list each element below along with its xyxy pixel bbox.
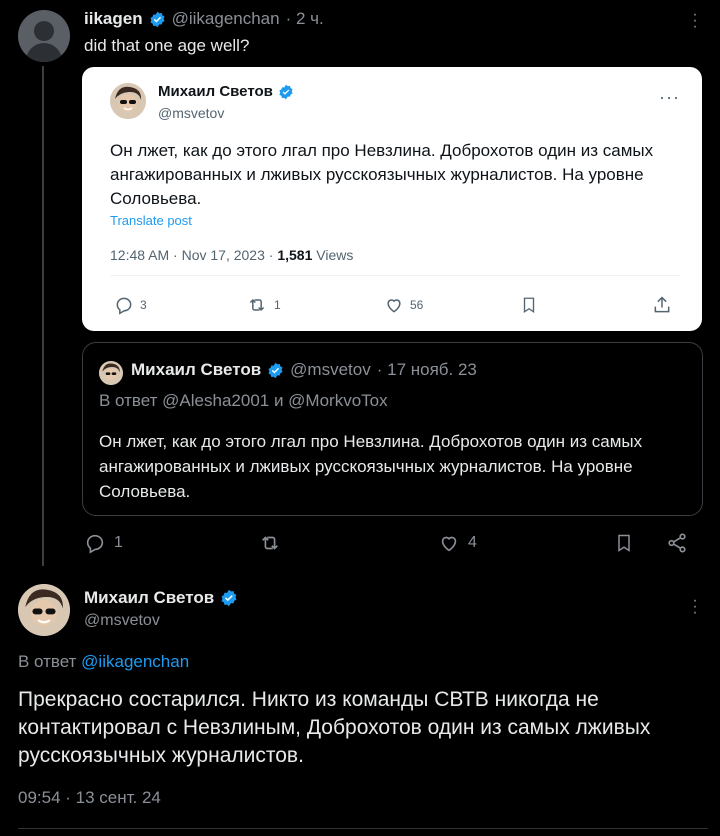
author-handle[interactable]: @msvetov (84, 612, 160, 630)
reply-to-label: В ответ @iikagenchan (18, 652, 190, 671)
retweet-action: 1 (246, 295, 281, 315)
bookmark-button[interactable] (614, 532, 634, 554)
like-button[interactable]: 4 (438, 532, 477, 554)
tweet-meta: 12:48 AM · Nov 17, 2023 · 1,581 Views (110, 247, 354, 263)
retweet-icon (262, 536, 278, 550)
more-options-icon: ··· (659, 87, 680, 107)
tweet-text: did that one age well? (84, 36, 250, 55)
tweet-timestamp[interactable]: 09:54 · 13 сент. 24 (18, 788, 161, 808)
avatar[interactable] (18, 10, 70, 62)
like-count: 4 (468, 534, 477, 551)
thread-line (42, 66, 44, 566)
tweet-text: Он лжет, как до этого лгал про Невзлина.… (110, 141, 654, 208)
tweet-screenshot-image[interactable]: Михаил Светов @msvetov ··· Он лжет, как … (82, 67, 702, 331)
reply-to-link[interactable]: @iikagenchan (81, 652, 189, 671)
heart-icon (387, 299, 401, 313)
tweet-time[interactable]: · 2 ч. (286, 9, 324, 29)
bookmark-icon (523, 297, 535, 314)
share-action (652, 295, 672, 315)
like-action: 56 (384, 295, 423, 315)
verified-badge-icon (220, 589, 238, 607)
author-name: Михаил Светов (158, 83, 294, 100)
heart-icon (441, 536, 457, 552)
avatar (110, 83, 146, 119)
more-options-icon[interactable]: · · · (686, 7, 704, 35)
share-icon (668, 533, 686, 553)
verified-badge-icon (279, 84, 293, 99)
reply-count: 1 (114, 534, 123, 551)
retweet-button[interactable] (258, 532, 282, 554)
bookmark-action (520, 295, 538, 315)
author-name-row: Михаил Светов (84, 588, 238, 608)
reply-to-label: В ответ @Alesha2001 и @MorkvoTox (99, 391, 388, 410)
avatar[interactable] (18, 584, 70, 636)
quoted-tweet-card[interactable]: Михаил Светов @msvetov · 17 нояб. 23 В о… (82, 342, 703, 516)
author-name[interactable]: Михаил Светов (84, 588, 214, 608)
more-options-icon[interactable]: · · · (686, 593, 704, 621)
share-button[interactable] (666, 532, 688, 554)
author-handle: @msvetov (290, 360, 371, 379)
reply-button[interactable]: 1 (84, 532, 123, 554)
tweet-time: · 17 нояб. 23 (376, 360, 477, 379)
retweet-icon (249, 298, 265, 312)
translate-link: Translate post (110, 213, 192, 228)
reply-action: 3 (114, 295, 147, 315)
verified-badge-icon (149, 11, 166, 28)
quoted-header: Михаил Светов @msvetov · 17 нояб. 23 (131, 360, 477, 380)
bookmark-icon (618, 534, 630, 552)
author-handle[interactable]: @iikagenchan (172, 9, 280, 29)
author-handle: @msvetov (158, 105, 225, 121)
author-name[interactable]: iikagen (84, 9, 143, 29)
divider (18, 828, 708, 829)
reply-icon (116, 297, 132, 315)
verified-badge-icon (267, 362, 284, 379)
tweet-text: Прекрасно состарился. Никто из команды С… (18, 688, 651, 767)
author-name: Михаил Светов (131, 360, 262, 379)
reply-header: iikagen @iikagenchan · 2 ч. (84, 9, 324, 29)
share-icon (654, 296, 670, 313)
reply-icon (86, 534, 104, 554)
tweet-text: Он лжет, как до этого лгал про Невзлина.… (99, 432, 643, 501)
avatar (99, 361, 123, 385)
divider (110, 275, 680, 276)
